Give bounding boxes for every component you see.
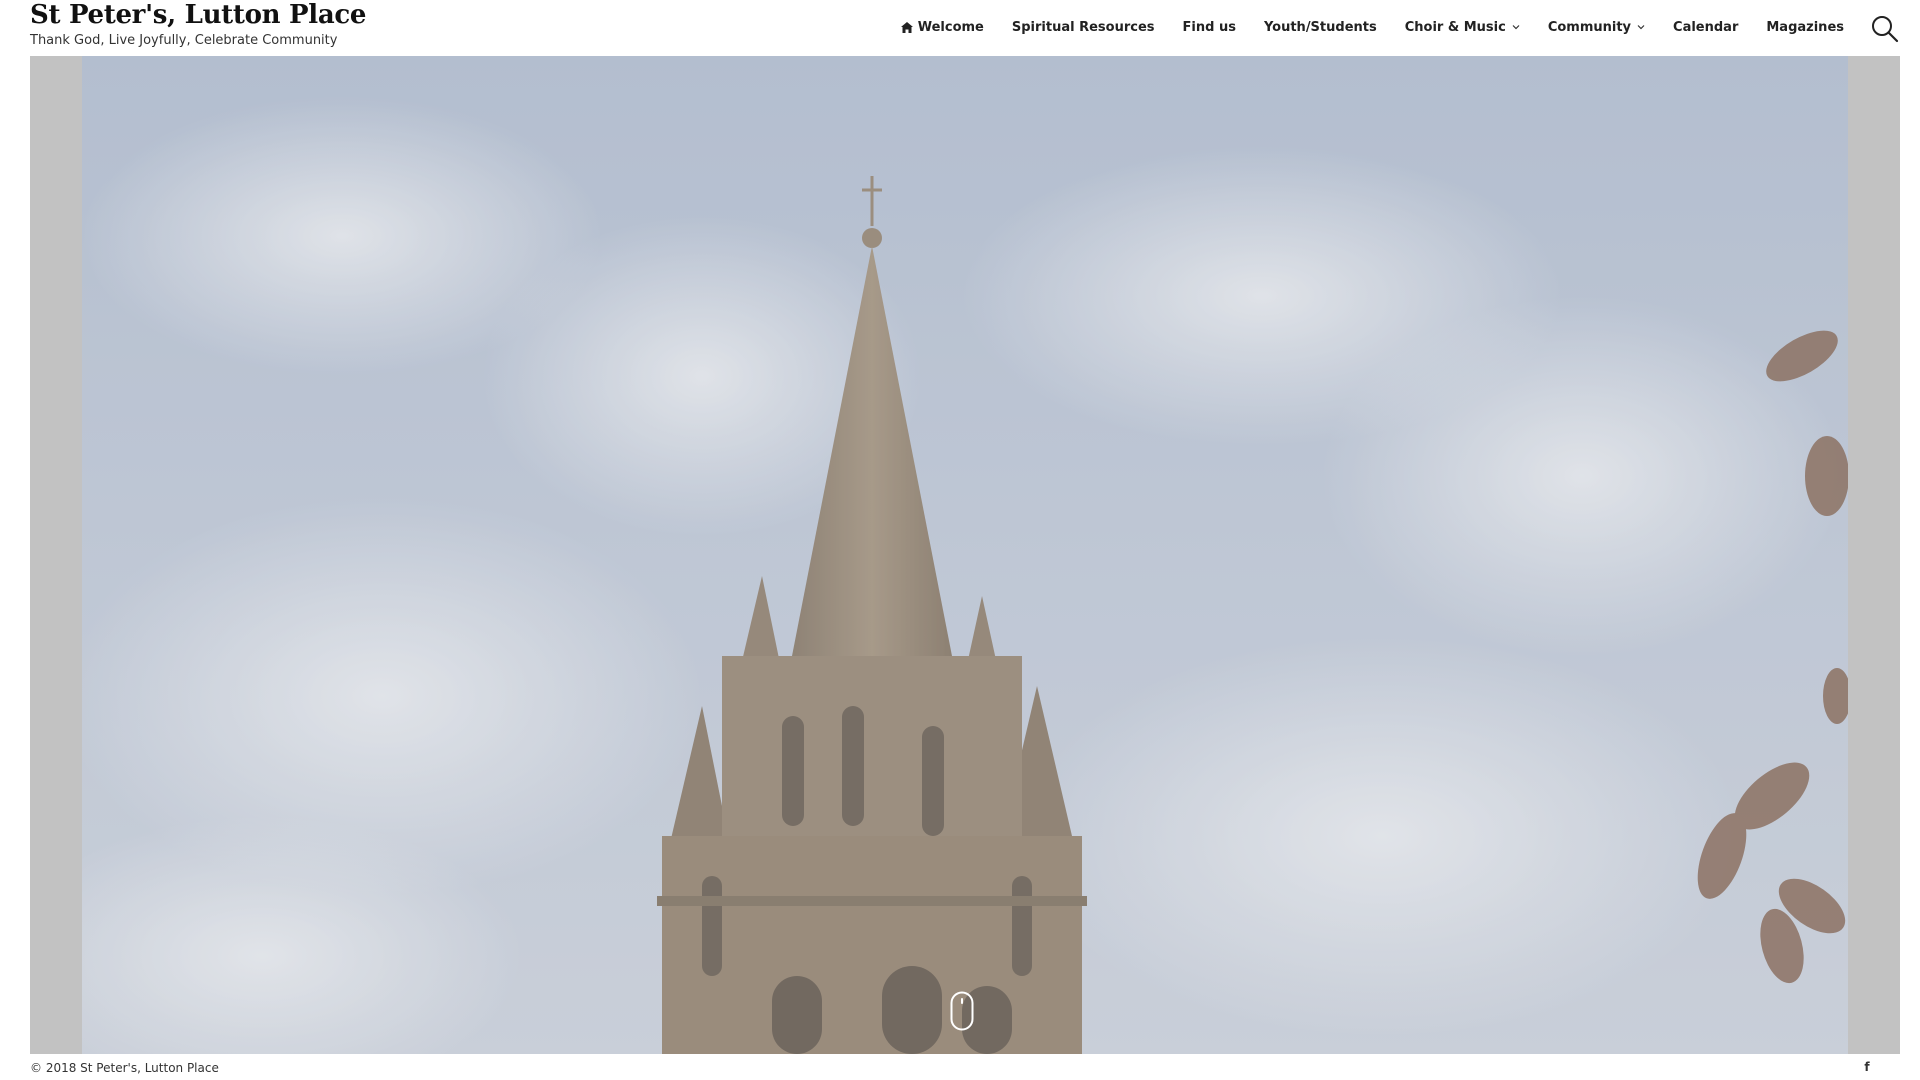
facebook-icon[interactable]: f [1860, 1060, 1874, 1074]
nav-item-welcome[interactable]: Welcome [900, 16, 984, 38]
nav-label-community: Community [1547, 19, 1632, 35]
nav-label-magazines: Magazines [1766, 19, 1844, 35]
nav-item-spiritual-resources[interactable]: Spiritual Resources [1012, 16, 1155, 38]
nav-item-youth-students[interactable]: Youth/Students [1264, 16, 1377, 38]
home-icon [900, 21, 913, 33]
brand[interactable]: St Peter's, Lutton Place Thank God, Live… [30, 0, 366, 49]
nav-label-welcome: Welcome [917, 19, 984, 35]
nav-item-magazines[interactable]: Magazines [1766, 16, 1844, 38]
hero-image [82, 56, 1848, 1054]
site-footer: © 2018 St Peter's, Lutton Place f [0, 1054, 1920, 1080]
main-navigation: Welcome Spiritual Resources Find us Yout… [900, 16, 1844, 38]
site-title[interactable]: St Peter's, Lutton Place [30, 0, 366, 30]
nav-item-calendar[interactable]: Calendar [1673, 16, 1738, 38]
nav-label-youth-students: Youth/Students [1263, 19, 1377, 35]
search-icon[interactable] [1870, 14, 1900, 44]
copyright-text: © 2018 St Peter's, Lutton Place [30, 1061, 219, 1075]
mouse-scroll-icon[interactable] [950, 991, 974, 1031]
nav-label-find-us: Find us [1182, 19, 1236, 35]
nav-label-choir-music: Choir & Music [1404, 19, 1506, 35]
nav-item-find-us[interactable]: Find us [1183, 16, 1236, 38]
hero-banner [30, 56, 1900, 1054]
nav-item-community[interactable]: Community [1548, 16, 1645, 38]
chevron-down-icon [1637, 25, 1645, 30]
hero-overlay [82, 56, 1848, 1054]
nav-item-choir-music[interactable]: Choir & Music [1405, 16, 1520, 38]
nav-label-calendar: Calendar [1673, 19, 1739, 35]
site-tagline: Thank God, Live Joyfully, Celebrate Comm… [30, 33, 338, 48]
nav-label-spiritual-resources: Spiritual Resources [1011, 19, 1155, 35]
site-header: St Peter's, Lutton Place Thank God, Live… [0, 0, 1920, 56]
chevron-down-icon [1512, 25, 1520, 30]
